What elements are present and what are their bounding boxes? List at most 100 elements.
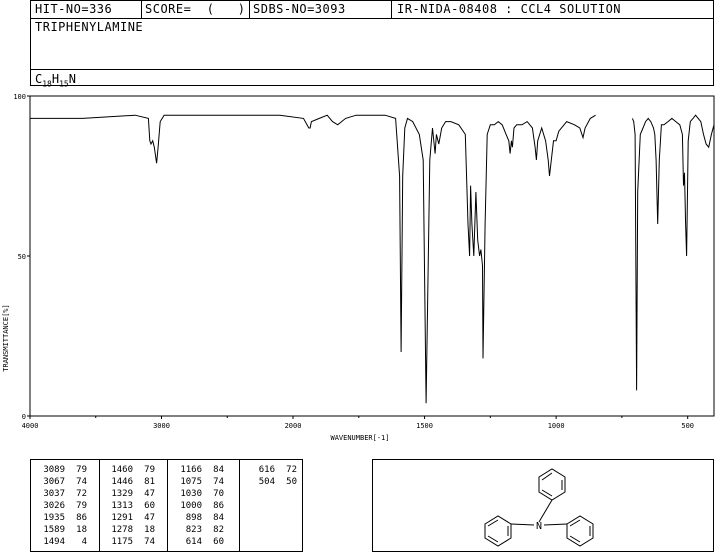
peak-wavenumber: 1589	[43, 525, 65, 535]
peak-transmittance: 84	[213, 465, 224, 475]
peak-transmittance: 79	[76, 465, 87, 475]
peak-wavenumber: 1278	[111, 525, 133, 535]
peak-transmittance: 18	[76, 525, 87, 535]
peak-transmittance: 47	[144, 513, 155, 523]
x-axis-label: WAVENUMBER[-1]	[330, 434, 389, 442]
peak-transmittance: 82	[213, 525, 224, 535]
peak-wavenumber: 3067	[43, 477, 65, 487]
peak-row: 1166 84	[174, 464, 224, 476]
spectrum-header: HIT-NO=336 SCORE= ( ) SDBS-NO=3093 IR-NI…	[30, 0, 714, 89]
formula-row: C18H15N	[31, 69, 713, 89]
compound-name: TRIPHENYLAMINE	[35, 20, 144, 34]
ir-spectrum-chart: 100500 4000 3000 2000 1500 1000 500 WAVENUMBE…	[2, 93, 715, 442]
peak-transmittance: 72	[286, 465, 297, 475]
divider	[249, 1, 250, 18]
y-axis-label: TRANSMITTANCE[%]	[2, 304, 10, 371]
peak-wavenumber: 1175	[111, 537, 133, 547]
x-tick-label: 1000	[548, 422, 565, 430]
x-axis-ticks: 4000 3000 2000 1500 1000 500	[22, 416, 694, 430]
peak-wavenumber: 3037	[43, 489, 65, 499]
header-info-row: HIT-NO=336 SCORE= ( ) SDBS-NO=3093 IR-NI…	[31, 1, 713, 19]
peak-wavenumber: 1000	[180, 501, 202, 511]
peak-row: 1278 18	[105, 524, 155, 536]
peak-row: 3037 72	[37, 488, 87, 500]
molecular-formula: C18H15N	[35, 72, 76, 89]
peak-row: 1175 74	[105, 536, 155, 548]
peak-transmittance: 74	[213, 477, 224, 487]
peak-row: 3026 79	[37, 500, 87, 512]
divider	[167, 460, 168, 551]
peak-transmittance: 74	[144, 537, 155, 547]
peak-row: 1313 60	[105, 500, 155, 512]
peak-transmittance: 60	[213, 537, 224, 547]
peak-row: 616 72	[247, 464, 297, 476]
peak-wavenumber: 1460	[111, 465, 133, 475]
x-tick-label: 2000	[285, 422, 302, 430]
peak-wavenumber: 1030	[180, 489, 202, 499]
peak-wavenumber: 1935	[43, 513, 65, 523]
peak-transmittance: 86	[76, 513, 87, 523]
peak-transmittance: 84	[213, 513, 224, 523]
peak-transmittance: 70	[213, 489, 224, 499]
peak-transmittance: 60	[144, 501, 155, 511]
peak-transmittance: 79	[76, 501, 87, 511]
peak-table: 3089 79 3067 74 3037 72 3026 79 1935 86 1589 18 1494…	[30, 459, 303, 552]
peak-row: 1291 47	[105, 512, 155, 524]
peak-wavenumber: 1329	[111, 489, 133, 499]
score: SCORE= ( )	[145, 2, 246, 16]
hit-number: HIT-NO=336	[35, 2, 113, 16]
peak-column: 3089 79 3067 74 3037 72 3026 79 1935 86 1589 18 1494…	[37, 464, 87, 548]
peak-row: 1935 86	[37, 512, 87, 524]
peak-wavenumber: 1494	[43, 537, 65, 547]
peak-wavenumber: 1166	[180, 465, 202, 475]
peak-row: 1030 70	[174, 488, 224, 500]
x-tick-label: 500	[681, 422, 694, 430]
divider	[239, 460, 240, 551]
peak-wavenumber: 504	[258, 477, 275, 487]
peak-transmittance: 74	[76, 477, 87, 487]
peak-row: 504 50	[247, 476, 297, 488]
divider	[141, 1, 142, 18]
peak-transmittance: 72	[76, 489, 87, 499]
peak-row: 1494 4	[37, 536, 87, 548]
peak-row: 1075 74	[174, 476, 224, 488]
peak-wavenumber: 823	[185, 525, 202, 535]
y-axis-ticks: 100 50 0	[13, 93, 30, 421]
peak-row: 898 84	[174, 512, 224, 524]
spectrum-lines	[30, 114, 715, 404]
peak-row: 614 60	[174, 536, 224, 548]
peak-column: 1460 79 1446 81 1329 47 1313 60 1291 47 1278 18 1175…	[105, 464, 155, 548]
ir-info: IR-NIDA-08408 : CCL4 SOLUTION	[397, 2, 622, 16]
x-tick-label: 3000	[153, 422, 170, 430]
peak-transmittance: 47	[144, 489, 155, 499]
peak-row: 1000 86	[174, 500, 224, 512]
peak-wavenumber: 3089	[43, 465, 65, 475]
peak-column: 1166 84 1075 74 1030 70 1000 86 898 84 823 82 614 60	[174, 464, 224, 548]
phenyl-ring-top	[538, 468, 566, 501]
peak-transmittance: 4	[81, 537, 87, 547]
structure-box: N	[372, 459, 714, 552]
x-tick-label: 1500	[416, 422, 433, 430]
peak-column: 616 72 504 50	[247, 464, 297, 488]
peak-row: 823 82	[174, 524, 224, 536]
x-tick-label: 4000	[22, 422, 39, 430]
triphenylamine-structure: N	[484, 468, 594, 547]
peak-wavenumber: 616	[258, 465, 275, 475]
peak-wavenumber: 1291	[111, 513, 133, 523]
y-tick-label: 100	[13, 93, 26, 101]
peak-wavenumber: 1075	[180, 477, 202, 487]
peak-row: 1446 81	[105, 476, 155, 488]
peak-wavenumber: 614	[185, 537, 202, 547]
spectrum-line-2	[631, 114, 715, 391]
plot-frame	[29, 95, 715, 417]
peak-transmittance: 86	[213, 501, 224, 511]
peak-wavenumber: 1446	[111, 477, 133, 487]
divider	[99, 460, 100, 551]
nitrogen-atom-label: N	[536, 521, 542, 532]
y-tick-label: 50	[18, 253, 26, 261]
peak-transmittance: 79	[144, 465, 155, 475]
peak-row: 1460 79	[105, 464, 155, 476]
peak-row: 3067 74	[37, 476, 87, 488]
y-tick-label: 0	[22, 413, 26, 421]
peak-row: 1589 18	[37, 524, 87, 536]
